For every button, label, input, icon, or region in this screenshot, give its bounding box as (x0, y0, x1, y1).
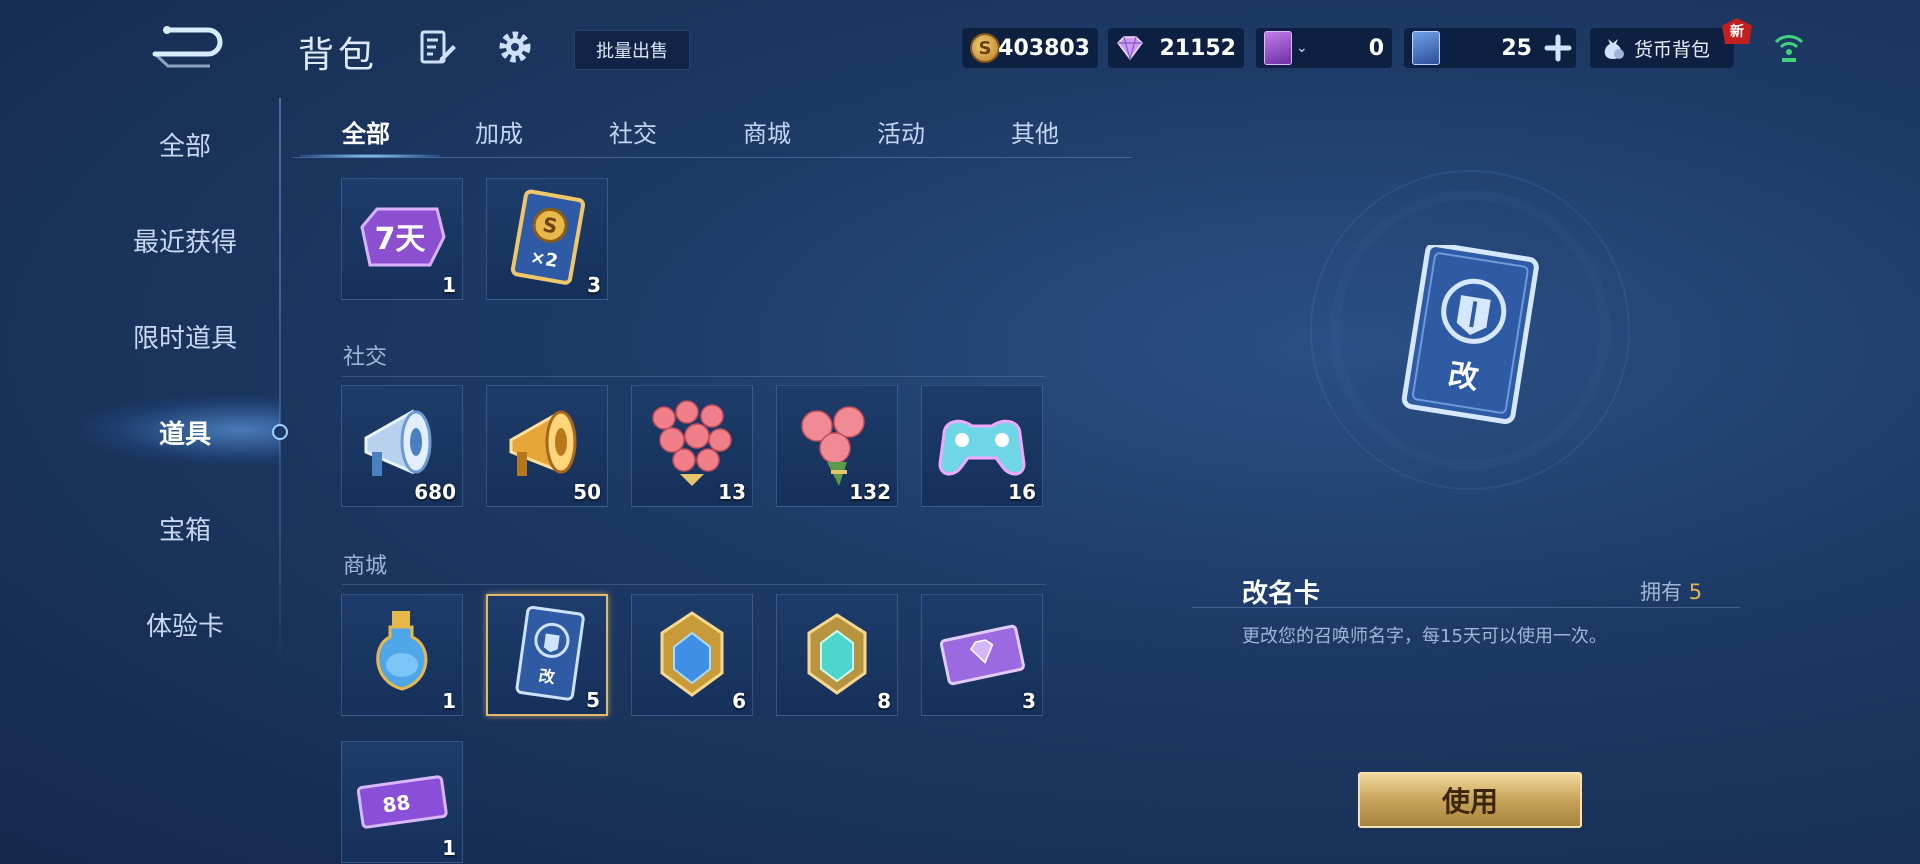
item-slot[interactable]: 132 (776, 385, 898, 507)
gamepad-icon (938, 419, 1026, 476)
item-count: 6 (732, 689, 746, 713)
item-slot[interactable]: 16 (921, 385, 1043, 507)
item-count: 1 (442, 273, 456, 297)
rename-card-icon: 改 (515, 605, 585, 701)
item-slot[interactable]: 50 (486, 385, 608, 507)
tab-all[interactable]: 全部 (342, 114, 390, 149)
tab-events[interactable]: 活动 (877, 114, 925, 149)
gold-value: 403803 (998, 35, 1090, 61)
owned-label: 拥有 (1640, 580, 1682, 604)
item-slot[interactable]: 8 (776, 594, 898, 716)
owned-value: 5 (1688, 580, 1703, 604)
item-count: 132 (849, 480, 891, 504)
item-slot[interactable]: S ×2 3 (486, 178, 608, 300)
seven-day-text: 7天 (375, 222, 426, 257)
item-slot-selected[interactable]: 改 5 (486, 594, 608, 716)
owned-count: 拥有 5 (1640, 576, 1702, 606)
item-count: 8 (877, 689, 891, 713)
use-button[interactable]: 使用 (1358, 772, 1582, 828)
tab-active-indicator (300, 154, 440, 158)
sidebar-item-limited[interactable]: 限时道具 (90, 318, 280, 355)
item-slot[interactable]: 13 (631, 385, 753, 507)
cyan-crystal-icon (807, 613, 867, 695)
gold-coin-icon: S (970, 33, 1000, 63)
blue-crystal-icon (660, 611, 724, 697)
item-slot[interactable]: 1 (341, 594, 463, 716)
section-label-social: 社交 (343, 345, 388, 370)
sidebar-item-props[interactable]: 道具 (90, 414, 280, 451)
diamond-currency: 21152 (1108, 28, 1244, 68)
back-button[interactable] (140, 22, 230, 72)
money-bag-icon (1604, 39, 1624, 59)
blue-card-currency: 25 (1404, 28, 1576, 68)
gold-currency: S 403803 (962, 28, 1098, 68)
seven-day-card-icon: 7天 (360, 207, 446, 267)
tab-other[interactable]: 其他 (1011, 114, 1059, 149)
purple-gem-ticket-icon (939, 624, 1025, 686)
new-badge: 新 (1722, 18, 1752, 44)
wallet-label: 货币背包 (1634, 38, 1711, 61)
ticket-88-icon: 88 (356, 775, 448, 829)
section-label-shop: 商城 (343, 554, 388, 579)
diamond-icon (1117, 36, 1143, 61)
item-count: 16 (1008, 480, 1036, 504)
item-count: 50 (573, 480, 601, 504)
rose-bouquet-icon (652, 400, 732, 486)
edit-icon[interactable] (418, 28, 458, 68)
currency-wallet-button[interactable]: 货币背包 (1590, 28, 1734, 68)
ticket-88-text: 88 (381, 790, 412, 818)
rename-card-preview: 改 (1385, 242, 1555, 425)
back-arrow-icon (152, 26, 223, 68)
tab-social[interactable]: 社交 (609, 114, 657, 149)
sidebar-item-chests[interactable]: 宝箱 (90, 510, 280, 547)
sidebar-item-all[interactable]: 全部 (90, 126, 280, 163)
item-name: 改名卡 (1242, 579, 1321, 609)
sidebar-item-recent[interactable]: 最近获得 (90, 222, 280, 259)
rose-bunch-icon (801, 406, 865, 486)
purple-card-value: 0 (1368, 35, 1384, 61)
purple-card-icon (1264, 31, 1292, 65)
item-slot[interactable]: 6 (631, 594, 753, 716)
item-description: 更改您的召唤师名字，每15天可以使用一次。 (1242, 626, 1607, 647)
blue-card-value: 25 (1501, 35, 1532, 61)
gold-horn-icon (509, 410, 577, 476)
item-count: 1 (442, 836, 456, 860)
sidebar-item-trial-cards[interactable]: 体验卡 (90, 606, 280, 643)
item-count: 5 (586, 688, 600, 712)
purple-card-currency[interactable]: ⌄ 0 (1256, 28, 1392, 68)
tab-boost[interactable]: 加成 (475, 114, 523, 149)
item-count: 680 (414, 480, 456, 504)
sidebar-divider (279, 98, 281, 668)
potion-bottle-icon (376, 611, 428, 691)
batch-sell-button[interactable]: 批量出售 (574, 30, 690, 70)
item-count: 13 (718, 480, 746, 504)
item-slot[interactable]: 680 (341, 385, 463, 507)
rename-card-icon: 改 (1401, 242, 1539, 424)
gear-icon[interactable] (496, 28, 534, 66)
blue-card-icon (1412, 31, 1440, 65)
item-slot[interactable]: 88 1 (341, 741, 463, 863)
item-count: 1 (442, 689, 456, 713)
item-count: 3 (587, 273, 601, 297)
rename-card-char: 改 (1446, 357, 1481, 396)
add-currency-button[interactable] (1544, 34, 1572, 62)
page-title: 背包 (298, 35, 379, 76)
section-divider (341, 584, 1045, 585)
section-divider (341, 376, 1045, 377)
gold-double-card-icon: S×2 (510, 189, 586, 285)
silver-horn-icon (364, 409, 432, 476)
wifi-icon (1772, 30, 1806, 64)
tab-shop[interactable]: 商城 (743, 114, 791, 149)
item-slot[interactable]: 7天 1 (341, 178, 463, 300)
chevron-down-icon: ⌄ (1296, 40, 1308, 56)
item-count: 3 (1022, 689, 1036, 713)
item-slot[interactable]: 3 (921, 594, 1043, 716)
detail-divider (1192, 607, 1740, 608)
diamond-value: 21152 (1159, 35, 1236, 61)
